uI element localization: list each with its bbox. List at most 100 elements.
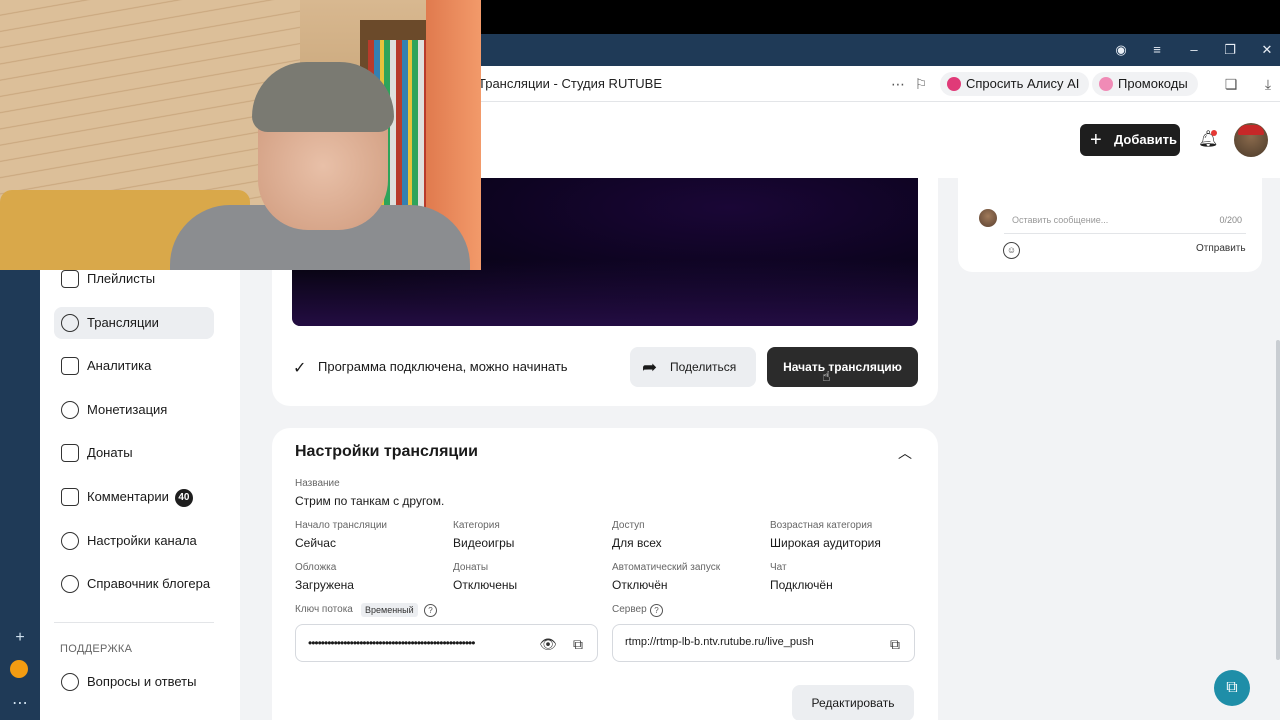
category-value: Видеоигры — [453, 536, 515, 550]
temporary-tag: Временный — [361, 603, 418, 617]
question-icon — [61, 673, 79, 691]
add-button-label: Добавить — [1114, 132, 1177, 147]
hand-cursor-icon: ☝ — [822, 368, 831, 384]
collections-icon[interactable]: ❏ — [1221, 74, 1241, 94]
comment-icon — [61, 488, 79, 506]
tab-title[interactable]: Трансляции - Студия RUTUBE — [478, 76, 662, 91]
chat-label: Чат — [770, 562, 787, 573]
help-icon[interactable]: ? — [424, 604, 437, 617]
autostart-value: Отключён — [612, 578, 668, 592]
sidebar-item-label: Справочник блогера — [87, 576, 211, 591]
bell-icon[interactable]: 🔔︎ — [1198, 130, 1218, 150]
promo-label: Промокоды — [1118, 76, 1188, 91]
ruble-icon — [61, 401, 79, 419]
download-icon[interactable]: ⤓ — [1258, 74, 1278, 94]
sidebar-item-channel-settings[interactable]: Настройки канала — [54, 525, 214, 557]
playlist-icon — [61, 270, 79, 288]
autostart-label: Автоматический запуск — [612, 562, 721, 573]
webcam-person-hair — [252, 62, 394, 132]
start-value: Сейчас — [295, 536, 336, 550]
sidebar-item-label: Трансляции — [87, 315, 159, 330]
server-field[interactable]: rtmp://rtmp-lb-b.ntv.rutube.ru/live_push… — [612, 624, 915, 662]
donations-label: Донаты — [453, 562, 489, 573]
share-icon: ➦ — [642, 357, 658, 377]
sidebar-item-faq[interactable]: Вопросы и ответы — [54, 666, 214, 698]
help-icon[interactable]: ? — [650, 604, 663, 617]
stream-key-field[interactable]: ••••••••••••••••••••••••••••••••••••••••… — [295, 624, 598, 662]
category-label: Категория — [453, 520, 500, 531]
alice-button[interactable]: Спросить Алису AI — [940, 72, 1090, 96]
cover-label: Обложка — [295, 562, 337, 573]
chevron-up-icon[interactable]: ︿ — [896, 444, 914, 462]
settings-title: Настройки трансляции — [295, 443, 478, 460]
sidebar-item-label: Вопросы и ответы — [87, 674, 197, 689]
stream-settings-card — [272, 428, 938, 720]
broadcast-icon — [61, 314, 79, 332]
os-side-strip: + ⋯ — [0, 270, 40, 720]
eye-icon[interactable]: 👁︎ — [538, 634, 558, 654]
restore-icon[interactable]: ❐ — [1220, 40, 1240, 60]
menu-icon[interactable]: ≡ — [1147, 40, 1167, 60]
sidebar-item-label: Настройки канала — [87, 533, 197, 548]
profile-icon[interactable]: ◉ — [1111, 40, 1131, 60]
chat-char-counter: 0/200 — [1219, 215, 1242, 225]
connection-status: Программа подключена, можно начинать — [318, 359, 568, 374]
sidebar-item-streams[interactable]: Трансляции — [54, 307, 214, 339]
plus-icon[interactable]: + — [10, 628, 30, 648]
sidebar-item-blogger-guide[interactable]: Справочник блогера — [54, 568, 214, 600]
sidebar-item-label: Аналитика — [87, 358, 152, 373]
sidebar-item-donations[interactable]: Донаты — [54, 437, 214, 469]
alice-icon — [947, 77, 961, 91]
chat-message-input[interactable]: Оставить сообщение... 0/200 — [1004, 210, 1246, 234]
app-icon[interactable] — [10, 660, 30, 680]
sidebar-item-analytics[interactable]: Аналитика — [54, 350, 214, 382]
chat-avatar — [979, 209, 997, 227]
sidebar-item-monetization[interactable]: Монетизация — [54, 394, 214, 426]
bookmark-icon[interactable]: ⚐ — [911, 74, 931, 94]
alice-label: Спросить Алису AI — [966, 76, 1080, 91]
cover-value: Загружена — [295, 578, 354, 592]
wallet-icon — [61, 444, 79, 462]
avatar[interactable] — [1234, 123, 1268, 157]
sidebar-item-label: Донаты — [87, 445, 133, 460]
server-label: Сервер — [612, 604, 647, 615]
edit-button[interactable]: Редактировать — [792, 685, 914, 720]
add-button[interactable]: + Добавить — [1080, 124, 1180, 156]
minimize-icon[interactable]: – — [1184, 40, 1204, 60]
chat-placeholder: Оставить сообщение... — [1012, 215, 1109, 225]
send-button[interactable]: Отправить — [1196, 243, 1246, 254]
percent-icon — [1099, 77, 1113, 91]
name-label: Название — [295, 478, 340, 489]
stream-key-label: Ключ потока — [295, 604, 353, 615]
start-stream-button[interactable]: Начать трансляцию — [767, 347, 918, 387]
stream-key-value: ••••••••••••••••••••••••••••••••••••••••… — [308, 636, 475, 650]
close-icon[interactable]: ✕ — [1257, 40, 1277, 60]
santa-hat — [1238, 125, 1264, 135]
sidebar-item-comments[interactable]: Комментарии 40 — [54, 481, 214, 513]
gear-icon — [61, 532, 79, 550]
sidebar-item-label: Комментарии — [87, 489, 169, 504]
emoji-icon[interactable]: ☺ — [1003, 242, 1020, 259]
server-value: rtmp://rtmp-lb-b.ntv.rutube.ru/live_push — [625, 636, 814, 648]
promo-button[interactable]: Промокоды — [1092, 72, 1198, 96]
share-button[interactable]: ➦ Поделиться — [630, 347, 756, 387]
sidebar-item-label: Монетизация — [87, 402, 168, 417]
more-dots-icon[interactable]: ⋯ — [10, 694, 30, 714]
sidebar-divider — [54, 622, 214, 623]
support-chat-icon[interactable]: ⧉ — [1214, 670, 1250, 706]
copy-icon[interactable]: ⧉ — [885, 634, 905, 654]
webcam-overlay — [0, 0, 481, 270]
notification-dot — [1211, 130, 1217, 136]
page-scrollbar[interactable] — [1276, 340, 1280, 660]
access-value: Для всех — [612, 536, 662, 550]
more-icon[interactable]: ⋯ — [888, 74, 908, 94]
start-stream-label: Начать трансляцию — [783, 360, 902, 374]
chat-value: Подключён — [770, 578, 833, 592]
sidebar-section-title: ПОДДЕРЖКА — [60, 643, 133, 655]
plus-icon: + — [1090, 129, 1102, 151]
donations-value: Отключены — [453, 578, 518, 592]
copy-icon[interactable]: ⧉ — [568, 634, 588, 654]
share-button-label: Поделиться — [670, 360, 737, 374]
access-label: Доступ — [612, 520, 645, 531]
start-label: Начало трансляции — [295, 520, 387, 531]
